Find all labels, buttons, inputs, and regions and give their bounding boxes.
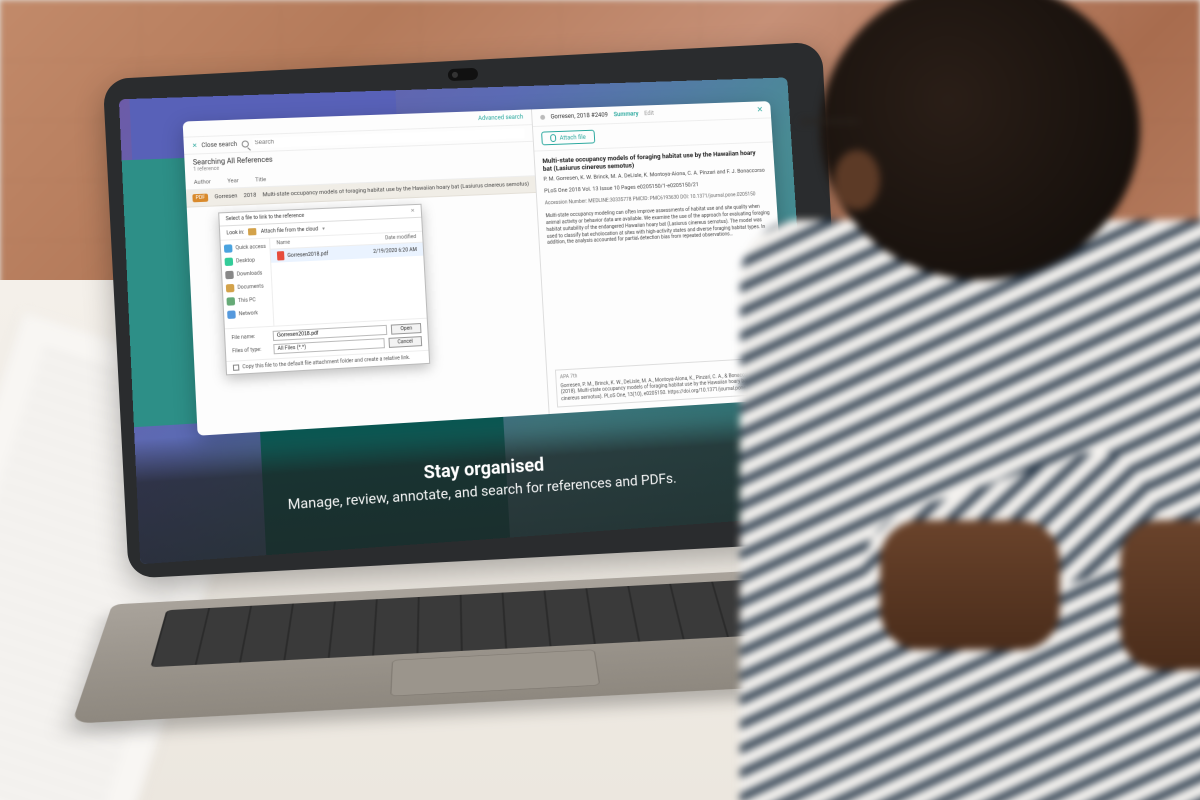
close-search-button[interactable]: ✕ bbox=[192, 142, 198, 149]
reference-manager-window: Advanced search ✕ Close search Searching… bbox=[183, 101, 790, 436]
sidebar-quick-access[interactable]: Quick access bbox=[224, 243, 267, 253]
sidebar-thispc[interactable]: This PC bbox=[226, 295, 269, 305]
attach-file-button[interactable]: Attach file bbox=[541, 130, 595, 146]
lookin-label: Look in: bbox=[226, 229, 244, 236]
paperclip-icon bbox=[550, 134, 556, 142]
filter-select[interactable]: All Files (*.*) bbox=[273, 338, 384, 354]
tab-edit[interactable]: Edit bbox=[644, 110, 654, 117]
file-name: Gorresen2018.pdf bbox=[287, 251, 328, 259]
laptop-lid: Advanced search ✕ Close search Searching… bbox=[103, 42, 848, 579]
search-icon bbox=[241, 140, 249, 147]
citation-box: APA 7th Gorresen, P. M., Brinck, K. W., … bbox=[555, 357, 782, 408]
caption-heading: Stay organised bbox=[423, 454, 544, 483]
detail-ref-id: Gorresen, 2018 #2409 bbox=[550, 112, 608, 121]
desktop-icon bbox=[225, 258, 234, 267]
sidebar-documents[interactable]: Documents bbox=[226, 282, 269, 292]
detail-body: Multi-state occupancy models of foraging… bbox=[534, 142, 786, 366]
webcam bbox=[448, 68, 479, 82]
folder-icon bbox=[248, 228, 257, 235]
keyboard bbox=[150, 576, 836, 667]
status-dot-icon bbox=[540, 115, 545, 120]
dialog-file-list: Name Date modified Gorresen2018.pdf bbox=[270, 232, 427, 326]
filename-label: File name: bbox=[231, 333, 268, 341]
dialog-body: Quick access Desktop Downloads Documents… bbox=[221, 232, 427, 329]
search-pane: Advanced search ✕ Close search Searching… bbox=[183, 109, 550, 435]
detail-abstract: Multi-state occupancy modeling can often… bbox=[545, 204, 771, 247]
pc-icon bbox=[226, 297, 235, 306]
detail-pane: Gorresen, 2018 #2409 Summary Edit ✕ Atta… bbox=[532, 101, 790, 414]
dialog-close-button[interactable]: ✕ bbox=[410, 208, 415, 214]
chevron-down-icon[interactable]: ▾ bbox=[322, 226, 325, 232]
scene: Advanced search ✕ Close search Searching… bbox=[0, 0, 1200, 800]
cancel-button[interactable]: Cancel bbox=[388, 336, 422, 348]
lookin-value[interactable]: Attach file from the cloud bbox=[261, 226, 319, 235]
detail-close-button[interactable]: ✕ bbox=[757, 105, 764, 114]
dialog-sidebar: Quick access Desktop Downloads Documents… bbox=[221, 239, 275, 329]
pdf-file-icon bbox=[277, 251, 285, 260]
trackpad bbox=[390, 649, 600, 696]
open-button[interactable]: Open bbox=[391, 323, 421, 335]
dialog-title: Select a file to link to the reference bbox=[226, 213, 305, 222]
sidebar-network[interactable]: Network bbox=[227, 309, 270, 319]
network-icon bbox=[227, 310, 236, 319]
col-author[interactable]: Author bbox=[194, 179, 211, 186]
col-title[interactable]: Title bbox=[255, 177, 266, 183]
result-year: 2018 bbox=[244, 193, 257, 200]
close-search-label: Close search bbox=[201, 140, 237, 148]
col-year[interactable]: Year bbox=[227, 178, 239, 185]
laptop-base bbox=[72, 565, 920, 724]
star-icon bbox=[224, 244, 233, 252]
tab-summary[interactable]: Summary bbox=[613, 111, 638, 119]
checkbox-icon[interactable] bbox=[233, 364, 240, 370]
downloads-icon bbox=[225, 271, 234, 280]
laptop-screen: Advanced search ✕ Close search Searching… bbox=[119, 77, 816, 564]
col-name[interactable]: Name bbox=[276, 240, 290, 247]
filter-label: Files of type: bbox=[232, 346, 270, 354]
sidebar-desktop[interactable]: Desktop bbox=[225, 256, 268, 266]
sidebar-downloads[interactable]: Downloads bbox=[225, 269, 268, 279]
attach-file-label: Attach file bbox=[559, 133, 586, 141]
file-open-dialog: Select a file to link to the reference ✕… bbox=[218, 204, 430, 376]
file-date: 2/19/2020 6:20 AM bbox=[373, 246, 417, 254]
pdf-badge-icon: PDF bbox=[192, 194, 208, 203]
left-body: Select a file to link to the reference ✕… bbox=[187, 193, 549, 436]
laptop: Advanced search ✕ Close search Searching… bbox=[63, 40, 897, 761]
result-author: Gorresen bbox=[214, 193, 237, 200]
col-date[interactable]: Date modified bbox=[385, 234, 416, 241]
documents-icon bbox=[226, 284, 235, 293]
